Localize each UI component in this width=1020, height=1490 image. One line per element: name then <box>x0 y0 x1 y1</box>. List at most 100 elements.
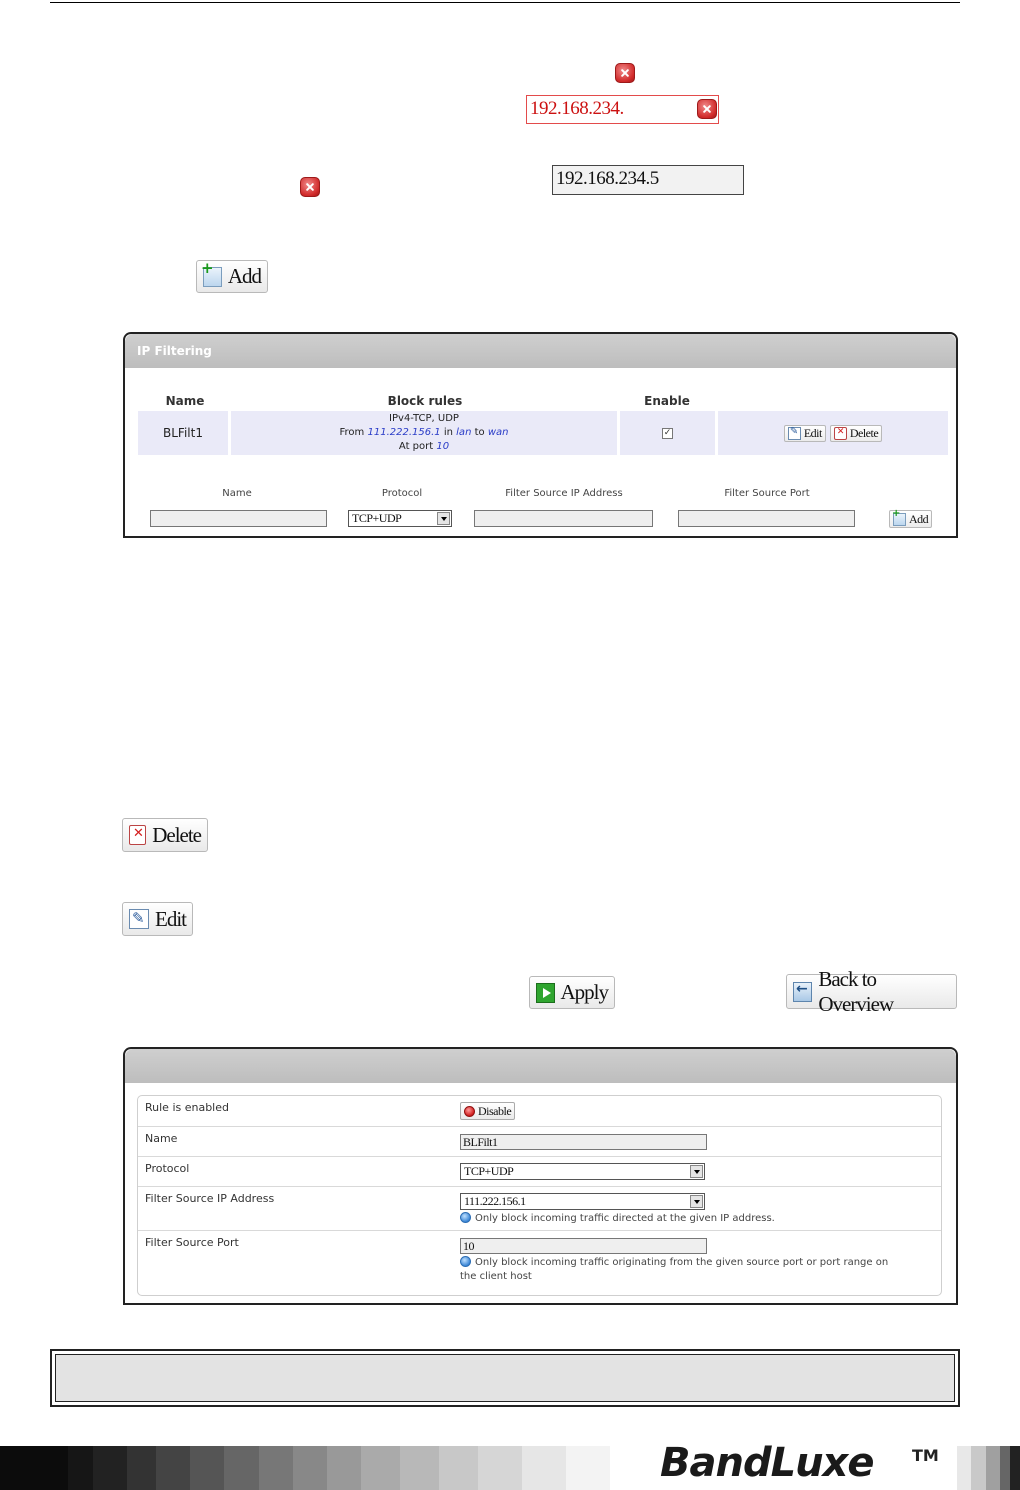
from-label: From <box>339 427 365 438</box>
invalid-ip-input[interactable]: 192.168.234. <box>526 95 719 124</box>
rule-name-cell: BLFilt1 <box>138 411 228 455</box>
top-rule <box>50 2 960 3</box>
rule-from-line: From 111.222.156.1 in lan to wan <box>340 426 509 440</box>
col-block-rules: Block rules <box>387 394 463 408</box>
src-port-label: Filter Source Port <box>145 1236 239 1249</box>
valid-ip-input[interactable]: 192.168.234.5 <box>552 165 744 195</box>
add-icon <box>892 508 906 526</box>
edit-icon <box>787 426 801 440</box>
ip-filtering-panel: IP Filtering Name Block rules Enable BLF… <box>123 332 958 538</box>
row-name: Name BLFilt1 <box>138 1126 941 1157</box>
row-src-port: Filter Source Port 10 Only block incomin… <box>138 1230 941 1298</box>
in-label: in <box>443 427 453 438</box>
new-rule-add-label: Add <box>909 511 929 526</box>
name-value: BLFilt1 <box>463 1135 498 1149</box>
new-name-label: Name <box>222 488 252 499</box>
add-button-label: Add <box>227 264 262 288</box>
new-protocol-select[interactable]: TCP+UDP <box>348 510 452 527</box>
port-label: At port <box>398 441 434 452</box>
rule-edit-button[interactable]: Edit <box>783 424 826 442</box>
error-icon-standalone <box>300 177 320 197</box>
src-ip-hint-text: Only block incoming traffic directed at … <box>475 1213 775 1224</box>
apply-button[interactable]: Apply <box>529 976 615 1009</box>
rule-protocols: IPv4-TCP, UDP <box>389 413 459 424</box>
new-protocol-value: TCP+UDP <box>352 511 402 525</box>
delete-icon <box>129 825 147 845</box>
row-src-ip: Filter Source IP Address 111.222.156.1 O… <box>138 1186 941 1231</box>
to-label: to <box>474 427 485 438</box>
input-error-icon <box>697 99 717 119</box>
row-protocol: Protocol TCP+UDP <box>138 1156 941 1187</box>
row-rule-enabled: Rule is enabled Disable <box>138 1096 941 1126</box>
back-to-overview-button[interactable]: Back to Overview <box>786 967 957 1016</box>
chevron-down-icon <box>437 512 450 525</box>
new-src-port-label: Filter Source Port <box>724 488 810 499</box>
valid-ip-value: 192.168.234.5 <box>556 168 659 189</box>
add-icon <box>201 259 222 287</box>
stop-icon <box>464 1105 475 1117</box>
protocol-select[interactable]: TCP+UDP <box>460 1163 705 1180</box>
src-ip-label: Filter Source IP Address <box>145 1192 275 1205</box>
src-ip-select[interactable]: 111.222.156.1 <box>460 1193 705 1210</box>
new-protocol-label: Protocol <box>381 488 423 499</box>
chevron-down-icon <box>690 1195 703 1208</box>
new-src-port-input[interactable] <box>678 510 855 527</box>
name-input[interactable]: BLFilt1 <box>460 1134 707 1150</box>
col-enable: Enable <box>644 394 690 408</box>
rule-port-line: At port 10 <box>399 440 449 454</box>
note-box-inner <box>55 1354 955 1402</box>
new-src-ip-input[interactable] <box>474 510 653 527</box>
dest-zone: wan <box>487 427 509 438</box>
name-label: Name <box>145 1132 178 1145</box>
error-icon <box>615 63 635 83</box>
delete-button-label: Delete <box>152 822 202 847</box>
rule-edit-panel: Rule is enabled Disable Name BLFilt1 Pro… <box>123 1047 958 1305</box>
delete-icon <box>833 426 847 440</box>
info-icon <box>460 1256 471 1267</box>
rule-edit-label: Edit <box>803 425 823 440</box>
back-to-overview-label: Back to Overview <box>818 966 894 1016</box>
rule-edit-form: Rule is enabled Disable Name BLFilt1 Pro… <box>137 1095 942 1296</box>
rule-delete-button[interactable]: Delete <box>829 424 883 442</box>
rule-name: BLFilt1 <box>163 426 203 440</box>
src-port-input[interactable]: 10 <box>460 1238 707 1254</box>
src-port-hint-text-1: Only block incoming traffic originating … <box>475 1257 889 1268</box>
src-ip-hint: Only block incoming traffic directed at … <box>460 1212 775 1226</box>
apply-icon <box>536 982 555 1003</box>
rule-enabled-label: Rule is enabled <box>145 1101 229 1114</box>
col-name: Name <box>165 394 205 408</box>
trademark-mark: TM <box>912 1446 939 1465</box>
rule-desc-cell: IPv4-TCP, UDP From 111.222.156.1 in lan … <box>231 411 617 455</box>
bandluxe-logo: BandLuxe <box>660 1440 874 1486</box>
new-src-ip-label: Filter Source IP Address <box>505 488 623 499</box>
delete-button-sample[interactable]: Delete <box>122 818 208 852</box>
new-rule-add-button[interactable]: Add <box>889 508 933 528</box>
src-port-value: 10 <box>463 1239 475 1253</box>
new-name-input[interactable] <box>150 510 327 527</box>
rule-actions-cell: Edit Delete <box>718 411 948 455</box>
chevron-down-icon <box>690 1165 703 1178</box>
rule-enable-cell: ✓ <box>620 411 715 455</box>
rule-delete-label: Delete <box>849 425 879 440</box>
disable-button[interactable]: Disable <box>460 1102 516 1120</box>
edit-button-sample[interactable]: Edit <box>122 902 193 936</box>
note-box <box>50 1349 960 1407</box>
protocol-label: Protocol <box>145 1162 190 1175</box>
from-ip: 111.222.156.1 <box>367 427 441 438</box>
disable-button-label: Disable <box>478 1103 512 1118</box>
back-arrow-icon <box>793 981 813 1002</box>
info-icon <box>460 1212 471 1223</box>
invalid-ip-value: 192.168.234. <box>530 98 624 119</box>
ip-filtering-title: IP Filtering <box>125 334 956 368</box>
src-port-hint-text-2: the client host <box>460 1271 532 1282</box>
add-button-sample[interactable]: Add <box>196 259 268 293</box>
src-port-hint: Only block incoming traffic originating … <box>460 1256 930 1284</box>
rule-edit-header <box>125 1049 956 1083</box>
edit-icon <box>129 909 149 929</box>
edit-button-label: Edit <box>155 906 187 931</box>
rule-enable-checkbox[interactable]: ✓ <box>662 427 673 439</box>
protocol-value: TCP+UDP <box>464 1164 514 1178</box>
rule-row: BLFilt1 IPv4-TCP, UDP From 111.222.156.1… <box>138 411 948 455</box>
src-ip-value: 111.222.156.1 <box>464 1194 526 1208</box>
apply-button-label: Apply <box>560 980 609 1004</box>
